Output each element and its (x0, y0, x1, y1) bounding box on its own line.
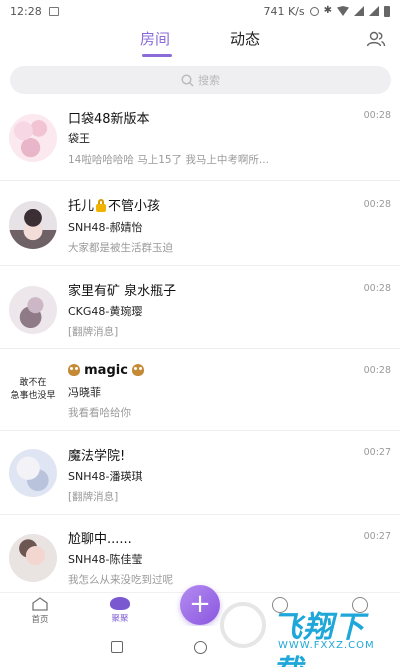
battery-icon (384, 5, 390, 17)
home-button[interactable] (194, 641, 207, 654)
add-button[interactable]: + (180, 585, 220, 625)
nav-home-label: 首页 (31, 615, 49, 625)
room-time: 00:28 (363, 110, 391, 121)
search-placeholder: 搜索 (198, 74, 220, 87)
list-item[interactable]: 口袋48新版本 00:28 袋王 14啦哈哈哈哈 马上15了 我马上中考啊所..… (0, 99, 400, 181)
avatar-text: 敢不在 (19, 378, 47, 388)
home-icon (32, 597, 48, 611)
room-sender: SNH48-潘瑛琪 (68, 470, 143, 483)
avatar (9, 201, 57, 249)
room-preview: 我看看哈给你 (68, 407, 131, 419)
image-notification-icon (48, 6, 59, 16)
room-name-text: magic (84, 363, 128, 378)
room-sender: 袋王 (68, 132, 90, 145)
active-tab-indicator (142, 54, 172, 57)
list-item[interactable]: 魔法学院! 00:27 SNH48-潘瑛琪 [翻牌消息] (0, 431, 400, 515)
avatar (9, 449, 57, 497)
search-icon (181, 73, 194, 86)
idol-icon (110, 597, 130, 610)
room-sender: SNH48-陈佳莹 (68, 553, 143, 566)
tab-rooms[interactable]: 房间 (140, 28, 170, 49)
watermark: 飞翔下载 WWW.FXXZ.COM (220, 596, 390, 667)
network-speed: 741 K/s (263, 4, 305, 18)
room-name: magic (68, 363, 145, 378)
owl-icon (132, 364, 145, 376)
room-name-part: 托儿 (68, 199, 95, 214)
room-preview: [翻牌消息] (68, 491, 119, 503)
room-preview: 我怎么从来没吃到过呢 (68, 574, 173, 586)
lock-icon (95, 199, 107, 212)
list-item[interactable]: 托儿 不管小孩 00:28 SNH48-郝婧怡 大家都是被生活群玉迫 (0, 181, 400, 266)
room-name: 魔法学院! (68, 449, 126, 464)
room-sender: 冯晓菲 (68, 386, 101, 399)
watermark-url: WWW.FXXZ.COM (278, 640, 375, 651)
watermark-brand: 飞翔下载 (272, 610, 365, 667)
room-preview: [翻牌消息] (68, 326, 119, 338)
nav-home[interactable]: 首页 (20, 597, 60, 625)
room-sender: CKG48-黄琬璎 (68, 305, 143, 318)
room-name-part: 不管小孩 (108, 199, 161, 214)
alarm-icon (309, 6, 319, 16)
tab-feed[interactable]: 动态 (230, 28, 260, 49)
room-time: 00:27 (363, 447, 391, 458)
room-time: 00:28 (363, 365, 391, 376)
room-name: 尬聊中...... (68, 532, 132, 547)
room-time: 00:28 (363, 283, 391, 294)
contacts-icon[interactable] (366, 30, 386, 48)
search-input[interactable]: 搜索 (10, 66, 391, 94)
avatar (9, 114, 57, 162)
room-time: 00:27 (363, 531, 391, 542)
watermark-logo (220, 602, 266, 648)
owl-icon (68, 364, 80, 376)
status-time: 12:28 (10, 4, 42, 18)
wifi-icon (337, 6, 349, 16)
room-sender: SNH48-郝婧怡 (68, 221, 143, 234)
avatar: 敢不在 急事也没早 (9, 366, 57, 414)
room-preview: 大家都是被生活群玉迫 (68, 242, 173, 254)
list-item[interactable]: 尬聊中...... 00:27 SNH48-陈佳莹 我怎么从来没吃到过呢 (0, 515, 400, 595)
list-item[interactable]: 敢不在 急事也没早 magic 00:28 冯晓菲 我看看哈给你 (0, 349, 400, 431)
avatar (9, 534, 57, 582)
room-name: 托儿 不管小孩 (68, 195, 160, 214)
room-time: 00:28 (363, 199, 391, 210)
header: 房间 动态 (0, 22, 400, 60)
signal-icon-2 (369, 6, 379, 16)
avatar (9, 286, 57, 334)
signal-icon (354, 6, 364, 16)
list-item[interactable]: 家里有矿 泉水瓶子 00:28 CKG48-黄琬璎 [翻牌消息] (0, 266, 400, 349)
recent-apps-button[interactable] (111, 641, 123, 653)
status-bar: 12:28 741 K/s ✱ (0, 0, 400, 22)
room-name: 家里有矿 泉水瓶子 (68, 284, 177, 299)
bluetooth-icon: ✱ (323, 5, 332, 16)
nav-idol-label: 聚聚 (111, 614, 129, 624)
avatar-text: 急事也没早 (10, 391, 56, 401)
room-list: 口袋48新版本 00:28 袋王 14啦哈哈哈哈 马上15了 我马上中考啊所..… (0, 99, 400, 595)
room-preview: 14啦哈哈哈哈 马上15了 我马上中考啊所... (68, 154, 269, 166)
room-name: 口袋48新版本 (68, 112, 150, 127)
nav-idol[interactable]: 聚聚 (100, 597, 140, 624)
